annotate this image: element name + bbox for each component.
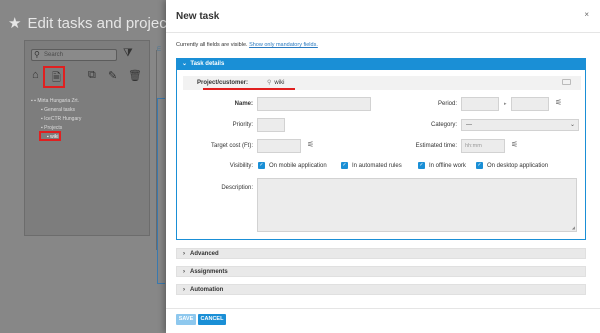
footer-divider — [166, 308, 600, 309]
mobile-app-label: On mobile application — [269, 163, 327, 169]
priority-input[interactable] — [257, 118, 285, 132]
tune-icon[interactable]: ⚟ — [555, 98, 562, 107]
resize-handle-icon[interactable]: ◢ — [572, 225, 575, 230]
offline-work-checkbox[interactable]: ✓ — [418, 162, 425, 169]
chevron-down-icon: ⌄ — [182, 61, 188, 67]
star-icon[interactable]: ★ — [8, 15, 21, 32]
edit-icon[interactable]: ✎ — [108, 69, 117, 82]
modal-divider — [166, 32, 600, 33]
section-assignments-label: Assignments — [190, 269, 228, 275]
section-advanced[interactable]: › Advanced — [176, 248, 586, 259]
filter-icon[interactable]: ⧩ — [123, 47, 133, 60]
tree-panel: ⚲ Search ⧩ ⌂ 🗎 ⧉ ✎ 🗑 ▪ ▪ Mirta Hungaria … — [24, 40, 150, 236]
new-task-modal: New task × Currently all fields are visi… — [166, 0, 600, 333]
chevron-right-icon: › — [183, 287, 185, 293]
period-end-input[interactable] — [511, 97, 549, 111]
visible-fields-note: Currently all fields are visible. Show o… — [176, 42, 318, 48]
tree-search-placeholder: Search — [44, 52, 64, 58]
category-select[interactable]: --- ⌄ — [461, 119, 579, 131]
chevron-right-icon: › — [183, 251, 185, 257]
visible-note-text: Currently all fields are visible. — [176, 42, 248, 48]
desktop-app-checkbox[interactable]: ✓ — [476, 162, 483, 169]
name-label: Name: — [234, 101, 253, 107]
tree-item-general[interactable]: ▪ General tasks — [31, 106, 81, 115]
tree-search-input[interactable]: ⚲ Search — [31, 49, 117, 61]
description-label: Description: — [221, 185, 253, 191]
section-assignments[interactable]: › Assignments — [176, 266, 586, 277]
highlight-new-task — [43, 66, 65, 88]
task-details-body: Project/customer: ⚲ wiki Name: Period: ▸ … — [176, 70, 586, 240]
tree-item-label: General tasks — [44, 107, 76, 113]
delete-icon[interactable]: 🗑 — [128, 69, 142, 82]
project-label: Project/customer: — [197, 80, 249, 86]
arrow-right-icon: ▸ — [504, 101, 507, 107]
background-form-edge — [157, 98, 165, 284]
copy-icon[interactable]: ⧉ — [88, 69, 96, 82]
page-title: ★ Edit tasks and projects — [8, 14, 178, 32]
estimated-time-input[interactable]: hh:mm — [461, 139, 505, 153]
section-advanced-label: Advanced — [190, 251, 219, 257]
automated-rules-checkbox[interactable]: ✓ — [341, 162, 348, 169]
task-details-header[interactable]: ⌄ Task details — [176, 58, 586, 70]
automated-rules-label: In automated rules — [352, 163, 402, 169]
tune-icon[interactable]: ⚟ — [511, 140, 518, 149]
category-value: --- — [466, 122, 472, 128]
task-details-label: Task details — [190, 61, 225, 67]
section-automation-label: Automation — [190, 287, 224, 293]
description-textarea[interactable]: ◢ — [257, 178, 577, 232]
period-label: Period: — [437, 101, 457, 107]
tree-item-icectr[interactable]: ▪ IceCTR Hungary — [31, 115, 81, 124]
cancel-button[interactable]: CANCEL — [198, 314, 226, 325]
category-label: Category: — [430, 122, 457, 128]
tree-item-root[interactable]: ▪ ▪ Mirta Hungaria Zrt. — [31, 97, 81, 106]
show-mandatory-link[interactable]: Show only mandatory fields. — [249, 42, 318, 48]
modal-title: New task — [176, 11, 220, 22]
section-automation[interactable]: › Automation — [176, 284, 586, 295]
highlight-project — [203, 88, 295, 90]
target-cost-label: Target cost (Ft): — [210, 143, 253, 149]
tune-icon[interactable]: ⚟ — [307, 140, 314, 149]
page-title-text: Edit tasks and projects — [27, 15, 179, 32]
period-start-input[interactable] — [461, 97, 499, 111]
visibility-label: Visibility: — [229, 163, 253, 169]
search-icon: ⚲ — [34, 50, 40, 59]
save-button[interactable]: SAVE — [176, 314, 196, 325]
highlight-wiki — [39, 131, 61, 141]
offline-work-label: In offline work — [429, 163, 466, 169]
search-icon: ⚲ — [267, 80, 272, 86]
estimated-time-label: Estimated time: — [415, 143, 457, 149]
desktop-app-label: On desktop application — [487, 163, 549, 169]
new-project-icon[interactable]: ⌂ — [32, 69, 39, 81]
target-cost-input[interactable] — [257, 139, 301, 153]
close-icon[interactable]: × — [584, 10, 589, 19]
mobile-app-checkbox[interactable]: ✓ — [258, 162, 265, 169]
priority-label: Priority: — [232, 122, 253, 128]
project-value: wiki — [274, 80, 285, 86]
tree-item-label: Mirta Hungaria Zrt. — [37, 98, 80, 104]
tree-item-label: IceCTR Hungary — [44, 116, 82, 122]
name-input[interactable] — [257, 97, 371, 111]
project-input[interactable]: ⚲ wiki — [267, 78, 573, 88]
chevron-down-icon: ⌄ — [569, 122, 575, 128]
chevron-right-icon: › — [183, 269, 185, 275]
keyboard-icon[interactable] — [562, 79, 571, 85]
